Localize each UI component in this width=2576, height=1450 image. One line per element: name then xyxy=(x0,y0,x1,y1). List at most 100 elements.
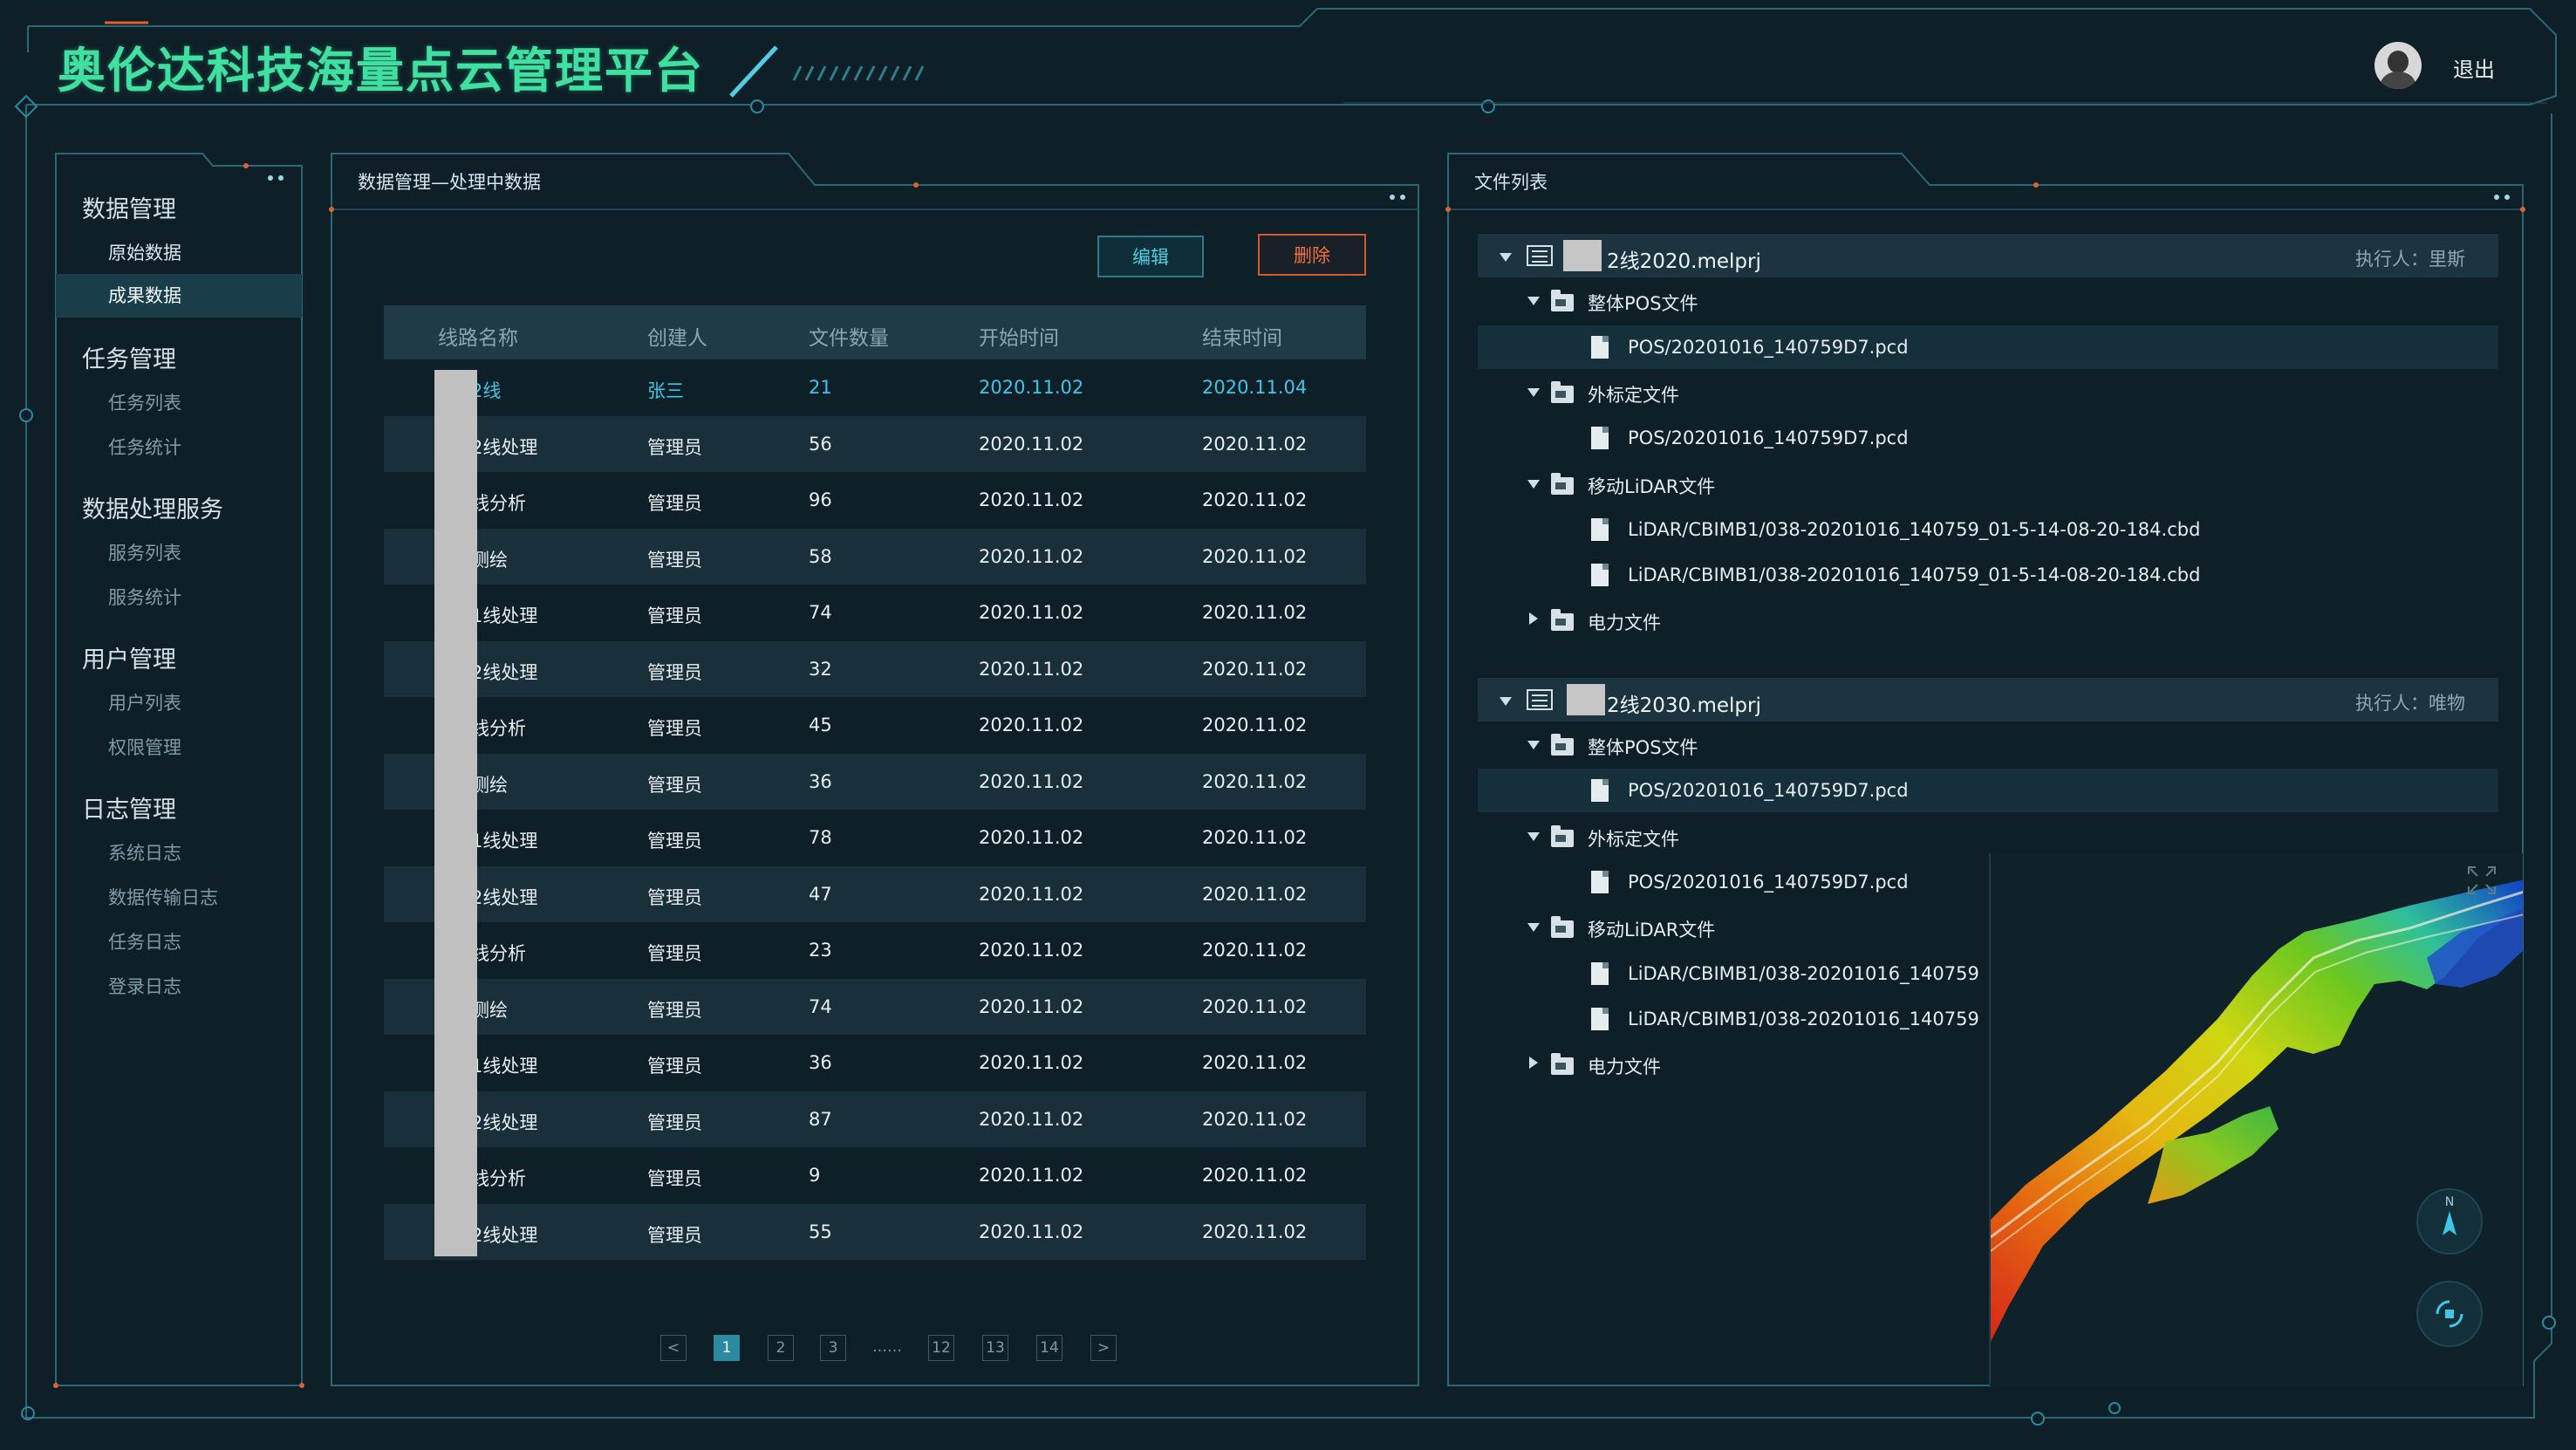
sidebar-item-transfer-log[interactable]: 数据传输日志 xyxy=(108,884,218,910)
caret-right-icon[interactable] xyxy=(1529,1057,1538,1070)
table-row[interactable]: 1线处理 管理员 74 2020.11.02 2020.11.02 xyxy=(384,585,1366,640)
file-name[interactable]: LiDAR/CBIMB1/038-20201016_140759 xyxy=(1628,1009,1979,1029)
file-name[interactable]: LiDAR/CBIMB1/038-20201016_140759_01-5-14… xyxy=(1628,519,2200,540)
cell-line-name: 2线处理 xyxy=(471,1224,538,1246)
caret-down-icon[interactable] xyxy=(1500,696,1512,706)
sidebar-group-user[interactable]: 用户管理 xyxy=(82,640,176,674)
page-button[interactable]: 3 xyxy=(820,1335,846,1361)
folder-name[interactable]: 外标定文件 xyxy=(1588,825,1679,852)
folder-name[interactable]: 整体POS文件 xyxy=(1588,734,1698,760)
cell-start-time: 2020.11.02 xyxy=(979,489,1084,510)
file-icon xyxy=(1591,1007,1609,1030)
project-name[interactable]: 2线2030.melprj xyxy=(1607,688,1761,718)
sidebar-item-service-list[interactable]: 服务列表 xyxy=(108,539,181,565)
file-name[interactable]: POS/20201016_140759D7.pcd xyxy=(1628,427,1909,448)
cell-start-time: 2020.11.02 xyxy=(979,1052,1084,1073)
file-name[interactable]: LiDAR/CBIMB1/038-20201016_140759_01-5-14… xyxy=(1628,564,2200,585)
caret-down-icon[interactable] xyxy=(1527,923,1540,933)
sidebar-item-login-log[interactable]: 登录日志 xyxy=(108,973,181,999)
cell-line-name: 线分析 xyxy=(471,1168,526,1189)
folder-icon xyxy=(1551,609,1574,632)
table-row[interactable]: 2线处理 管理员 47 2020.11.02 2020.11.02 xyxy=(384,865,1366,922)
cell-file-count: 32 xyxy=(809,658,832,680)
table-row[interactable]: 测绘 管理员 58 2020.11.02 2020.11.02 xyxy=(384,528,1366,585)
caret-down-icon[interactable] xyxy=(1527,741,1540,749)
file-icon xyxy=(1591,517,1609,541)
table-row[interactable]: 2线处理 管理员 32 2020.11.02 2020.11.02 xyxy=(384,640,1366,697)
folder-name[interactable]: 移动LiDAR文件 xyxy=(1588,473,1715,499)
reset-view-icon[interactable] xyxy=(2416,1281,2483,1347)
table-row[interactable]: 线分析 管理员 45 2020.11.02 2020.11.02 xyxy=(384,697,1366,753)
sidebar-item-permissions[interactable]: 权限管理 xyxy=(108,734,181,760)
sidebar-item-task-log[interactable]: 任务日志 xyxy=(108,928,181,954)
sidebar-item-service-stats[interactable]: 服务统计 xyxy=(108,584,181,610)
cell-end-time: 2020.11.02 xyxy=(1202,1165,1308,1186)
column-line-name[interactable]: 线路名称 xyxy=(438,321,518,351)
table-row[interactable]: 线分析 管理员 96 2020.11.02 2020.11.02 xyxy=(384,472,1366,528)
cell-file-count: 36 xyxy=(809,1052,832,1073)
sidebar-item-result-data[interactable]: 成果数据 xyxy=(56,274,302,318)
sidebar-item-user-list[interactable]: 用户列表 xyxy=(108,689,181,715)
folder-icon xyxy=(1551,380,1574,403)
avatar[interactable] xyxy=(2374,42,2422,89)
column-file-count[interactable]: 文件数量 xyxy=(809,321,889,351)
folder-name[interactable]: 电力文件 xyxy=(1588,609,1661,635)
caret-down-icon[interactable] xyxy=(1527,831,1540,841)
file-name[interactable]: POS/20201016_140759D7.pcd xyxy=(1628,872,1909,893)
caret-down-icon[interactable] xyxy=(1527,387,1540,397)
table-row[interactable]: 测绘 管理员 74 2020.11.02 2020.11.02 xyxy=(384,978,1366,1035)
table-row[interactable]: 2线 张三 21 2020.11.02 2020.11.04 xyxy=(384,359,1366,415)
sidebar-item-raw-data[interactable]: 原始数据 xyxy=(108,239,181,265)
table-row[interactable]: 2线处理 管理员 87 2020.11.02 2020.11.02 xyxy=(384,1091,1366,1147)
edit-button[interactable]: 编辑 xyxy=(1097,236,1204,277)
file-name[interactable]: POS/20201016_140759D7.pcd xyxy=(1628,780,1909,801)
column-start-time[interactable]: 开始时间 xyxy=(979,321,1059,351)
point-cloud-viewer[interactable]: N xyxy=(1989,853,2523,1387)
sidebar-group-log[interactable]: 日志管理 xyxy=(82,790,176,824)
cell-line-name: 2线处理 xyxy=(471,1111,538,1133)
page-button[interactable]: 13 xyxy=(982,1335,1008,1361)
file-name[interactable]: POS/20201016_140759D7.pcd xyxy=(1628,337,1909,358)
logout-button[interactable]: 退出 xyxy=(2453,52,2495,83)
caret-down-icon[interactable] xyxy=(1527,479,1540,489)
sidebar-item-task-stats[interactable]: 任务统计 xyxy=(108,434,181,460)
fullscreen-icon[interactable] xyxy=(2467,865,2497,895)
sidebar-item-task-list[interactable]: 任务列表 xyxy=(108,389,181,415)
sidebar-group-processing[interactable]: 数据处理服务 xyxy=(82,490,223,524)
table-row[interactable]: 2线处理 管理员 56 2020.11.02 2020.11.02 xyxy=(384,415,1366,472)
caret-right-icon[interactable] xyxy=(1529,612,1538,626)
table-row[interactable]: 测绘 管理员 36 2020.11.02 2020.11.02 xyxy=(384,753,1366,810)
caret-down-icon[interactable] xyxy=(1500,253,1512,262)
cell-end-time: 2020.11.02 xyxy=(1202,1221,1308,1242)
file-panel-title: 文件列表 xyxy=(1474,172,1548,193)
folder-name[interactable]: 整体POS文件 xyxy=(1588,290,1698,316)
folder-name[interactable]: 移动LiDAR文件 xyxy=(1588,916,1715,942)
sidebar-item-system-log[interactable]: 系统日志 xyxy=(108,839,181,865)
page-prev-button[interactable]: < xyxy=(660,1335,687,1361)
page-next-button[interactable]: > xyxy=(1090,1335,1117,1361)
cell-line-name: 线分析 xyxy=(471,718,526,739)
caret-down-icon[interactable] xyxy=(1527,297,1540,306)
table-row[interactable]: 线分析 管理员 23 2020.11.02 2020.11.02 xyxy=(384,922,1366,978)
sidebar-group-task[interactable]: 任务管理 xyxy=(82,340,176,374)
page-button[interactable]: 14 xyxy=(1036,1335,1063,1361)
page-button[interactable]: 12 xyxy=(928,1335,954,1361)
sidebar-group-data[interactable]: 数据管理 xyxy=(82,190,176,224)
project-name[interactable]: 2线2020.melprj xyxy=(1607,244,1761,274)
table-row[interactable]: 线分析 管理员 9 2020.11.02 2020.11.02 xyxy=(384,1147,1366,1203)
table-row[interactable]: 2线处理 管理员 55 2020.11.02 2020.11.02 xyxy=(384,1203,1366,1260)
table-row[interactable]: 1线处理 管理员 36 2020.11.02 2020.11.02 xyxy=(384,1035,1366,1091)
folder-name[interactable]: 外标定文件 xyxy=(1588,381,1679,407)
table-row[interactable]: 1线处理 管理员 78 2020.11.02 2020.11.02 xyxy=(384,810,1366,865)
cell-creator: 管理员 xyxy=(647,999,702,1021)
project-executor: 执行人：里斯 xyxy=(2355,249,2465,270)
delete-button[interactable]: 删除 xyxy=(1258,234,1366,276)
column-creator[interactable]: 创建人 xyxy=(647,321,707,351)
page-button[interactable]: 2 xyxy=(768,1335,794,1361)
folder-name[interactable]: 电力文件 xyxy=(1588,1053,1661,1079)
cell-end-time: 2020.11.02 xyxy=(1202,489,1308,510)
column-end-time[interactable]: 结束时间 xyxy=(1202,321,1282,351)
page-button[interactable]: 1 xyxy=(714,1335,740,1361)
file-name[interactable]: LiDAR/CBIMB1/038-20201016_140759 xyxy=(1628,963,1979,984)
compass-icon[interactable]: N xyxy=(2416,1188,2483,1255)
